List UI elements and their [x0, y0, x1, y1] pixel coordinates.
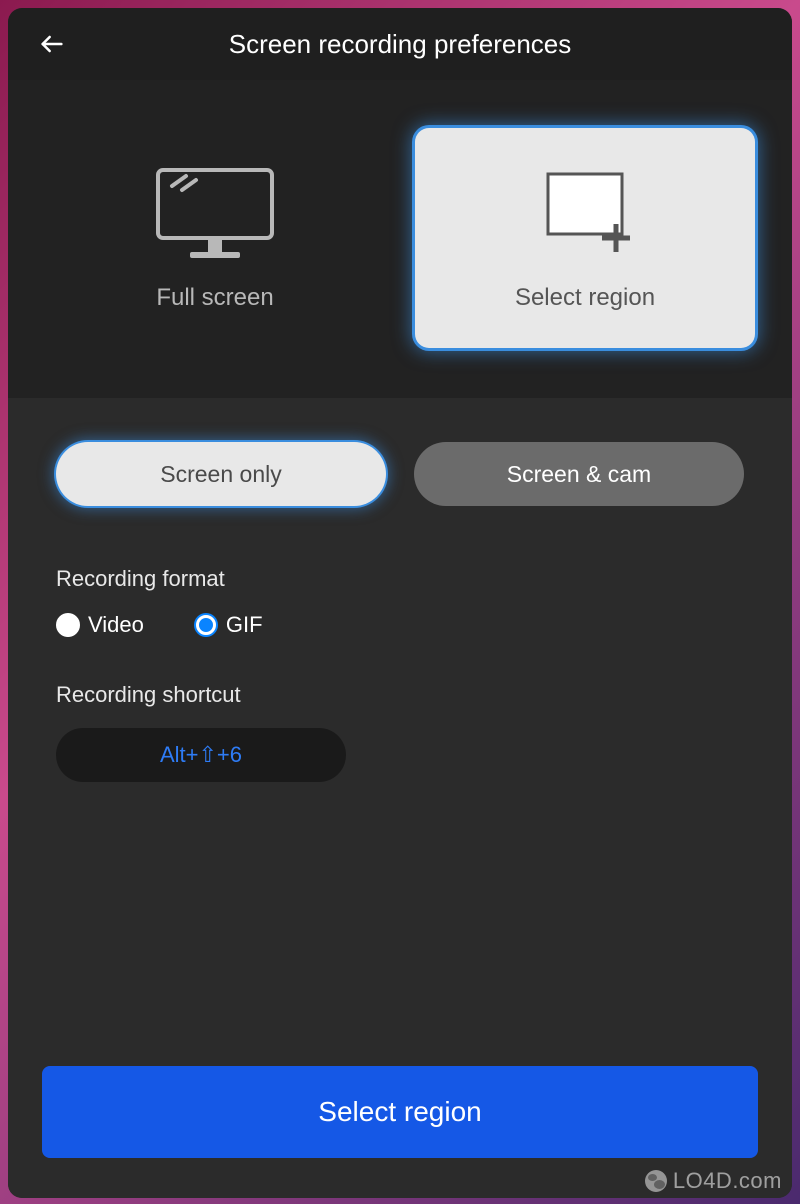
- capture-mode-full-screen[interactable]: Full screen: [45, 128, 385, 348]
- shortcut-value: Alt+⇧+6: [160, 742, 242, 768]
- watermark: LO4D.com: [645, 1168, 782, 1194]
- capture-mode-section: Full screen Select region: [8, 80, 792, 398]
- source-mode-screen-cam[interactable]: Screen & cam: [414, 442, 744, 506]
- pill-label: Screen only: [160, 461, 281, 488]
- pill-label: Screen & cam: [507, 461, 651, 488]
- recording-format-label: Recording format: [56, 566, 744, 592]
- header-bar: Screen recording preferences: [8, 8, 792, 80]
- options-section: Screen only Screen & cam Recording forma…: [8, 398, 792, 1198]
- back-arrow-icon: [38, 30, 66, 58]
- source-mode-screen-only[interactable]: Screen only: [56, 442, 386, 506]
- back-button[interactable]: [36, 28, 68, 60]
- watermark-text: LO4D.com: [673, 1168, 782, 1194]
- radio-label: GIF: [226, 612, 263, 638]
- format-option-gif[interactable]: GIF: [194, 612, 263, 638]
- capture-mode-select-region[interactable]: Select region: [415, 128, 755, 348]
- recording-format-options: Video GIF: [56, 612, 744, 638]
- capture-mode-label: Full screen: [156, 284, 273, 312]
- page-title: Screen recording preferences: [8, 29, 792, 60]
- region-select-icon: [520, 164, 650, 264]
- primary-button-label: Select region: [318, 1096, 481, 1128]
- format-option-video[interactable]: Video: [56, 612, 144, 638]
- radio-icon: [194, 613, 218, 637]
- select-region-button[interactable]: Select region: [42, 1066, 758, 1158]
- source-mode-row: Screen only Screen & cam: [56, 442, 744, 506]
- capture-mode-label: Select region: [515, 284, 655, 312]
- globe-icon: [645, 1170, 667, 1192]
- shortcut-display[interactable]: Alt+⇧+6: [56, 728, 346, 782]
- radio-label: Video: [88, 612, 144, 638]
- radio-icon: [56, 613, 80, 637]
- preferences-window: Screen recording preferences Full screen…: [8, 8, 792, 1198]
- spacer: [56, 782, 744, 1066]
- monitor-icon: [150, 164, 280, 264]
- recording-shortcut-label: Recording shortcut: [56, 682, 744, 708]
